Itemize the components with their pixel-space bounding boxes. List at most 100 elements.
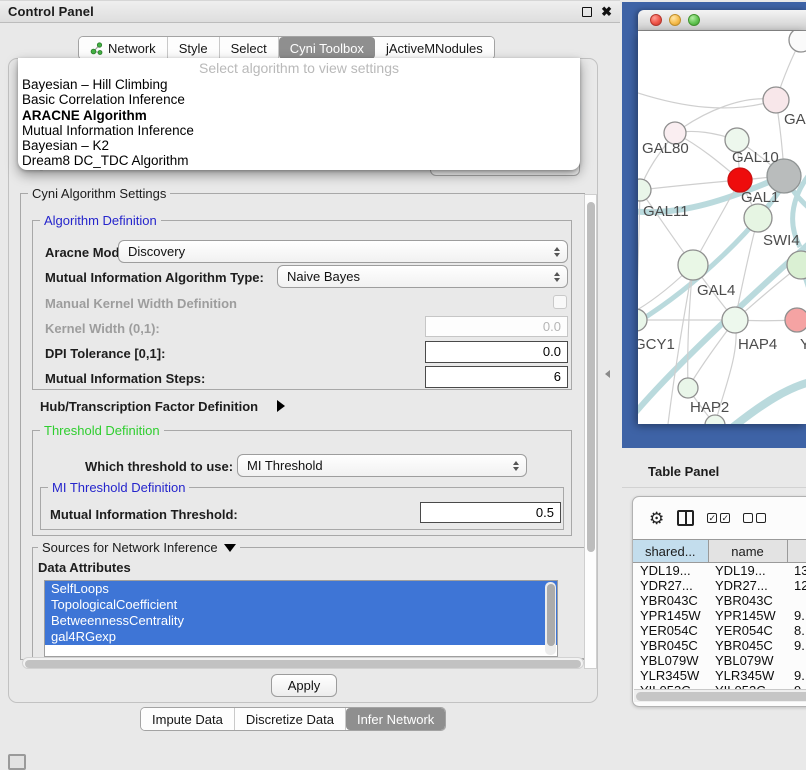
table-row[interactable]: YLR345WYLR345W9. xyxy=(633,668,806,683)
tab-style[interactable]: Style xyxy=(168,37,220,59)
table-panel-title: Table Panel xyxy=(648,464,719,479)
settings-horizontal-scrollbar[interactable] xyxy=(22,657,584,669)
kernel-width-field[interactable]: 0.0 xyxy=(425,316,568,337)
tab-select[interactable]: Select xyxy=(220,37,279,59)
attributes-list-scrollbar[interactable] xyxy=(545,582,556,655)
network-node-label: GCY1 xyxy=(638,336,675,353)
tab-label: Select xyxy=(231,41,267,56)
algorithm-option[interactable]: ARACNE Algorithm xyxy=(18,108,580,123)
close-traffic-light-icon[interactable] xyxy=(650,14,662,26)
algorithm-option[interactable]: Basic Correlation Inference xyxy=(18,92,580,107)
mi-threshold-field[interactable]: 0.5 xyxy=(420,502,561,523)
network-node-gal-pink[interactable] xyxy=(763,87,789,113)
table-row[interactable]: YDR27...YDR27...12 xyxy=(633,578,806,593)
algorithm-option[interactable]: Bayesian – K2 xyxy=(18,138,580,153)
attribute-item[interactable]: gal4RGexp xyxy=(45,629,557,645)
application-window: Control Panel ✖ Network Style Select Cyn xyxy=(0,0,806,762)
table-row[interactable]: YBR045CYBR045C9. xyxy=(633,638,806,653)
table-row[interactable]: YBL079WYBL079W xyxy=(633,653,806,668)
network-node-gal11[interactable] xyxy=(638,179,651,201)
tab-jactivemnodules[interactable]: jActiveMNodules xyxy=(375,37,494,59)
tab-cyni-toolbox[interactable]: Cyni Toolbox xyxy=(279,37,375,59)
tab-label: Style xyxy=(179,41,208,56)
control-panel-tabbar: Network Style Select Cyni Toolbox jActiv… xyxy=(78,36,495,60)
tab-label: Network xyxy=(108,41,156,56)
mi-type-label: Mutual Information Algorithm Type: xyxy=(45,270,264,285)
dpi-tolerance-field[interactable]: 0.0 xyxy=(425,341,568,363)
table-horizontal-scrollbar[interactable] xyxy=(634,689,806,702)
network-node-hap2[interactable] xyxy=(678,378,698,398)
manual-kernel-checkbox[interactable] xyxy=(553,295,567,309)
network-node-gal1[interactable] xyxy=(744,204,772,232)
deselect-all-columns-icon[interactable] xyxy=(743,513,766,523)
gear-icon[interactable]: ⚙ xyxy=(649,510,664,527)
apply-button[interactable]: Apply xyxy=(271,674,337,697)
minimize-traffic-light-icon[interactable] xyxy=(669,14,681,26)
table-cell: YBL079W xyxy=(633,653,708,668)
mi-steps-field[interactable]: 6 xyxy=(425,366,568,388)
column-header-shared-name[interactable]: shared... xyxy=(633,540,708,563)
manual-kernel-label: Manual Kernel Width Definition xyxy=(45,296,237,311)
scrollbar-thumb[interactable] xyxy=(25,660,581,668)
tab-discretize-data[interactable]: Discretize Data xyxy=(235,708,346,730)
network-node-label: GAL80 xyxy=(642,140,689,157)
network-canvas[interactable]: GALGAL80GAL10GAL1GAL11SWI4GAL4GCY1HAP4YH… xyxy=(638,31,806,424)
scrollbar-thumb[interactable] xyxy=(587,202,595,552)
table-row[interactable]: YDL19...YDL19...13 xyxy=(633,563,806,579)
table-row[interactable]: YBR043CYBR043C xyxy=(633,593,806,608)
network-node-hap4[interactable] xyxy=(722,307,748,333)
column-header-name[interactable]: name xyxy=(708,540,787,563)
network-node-gcy1[interactable] xyxy=(638,309,647,331)
algorithm-dropdown-placeholder: Select algorithm to view settings xyxy=(18,58,580,77)
scrollbar-thumb[interactable] xyxy=(547,584,555,646)
tab-infer-network[interactable]: Infer Network xyxy=(346,708,445,730)
network-window-titlebar[interactable] xyxy=(638,10,806,31)
network-node-swi4[interactable] xyxy=(787,251,806,279)
tab-label: Cyni Toolbox xyxy=(290,41,364,56)
zoom-traffic-light-icon[interactable] xyxy=(688,14,700,26)
algorithm-option[interactable]: Dream8 DC_TDC Algorithm xyxy=(18,153,580,168)
table-cell: YLR345W xyxy=(708,668,787,683)
table-cell: YDL19... xyxy=(708,563,787,579)
mi-type-combobox[interactable]: Naive Bayes xyxy=(277,265,568,288)
network-node-top-partial[interactable] xyxy=(789,31,806,52)
attribute-item[interactable]: SelfLoops xyxy=(45,581,557,597)
network-node-label: GAL4 xyxy=(697,282,735,299)
collapse-arrow-icon[interactable] xyxy=(224,544,236,552)
aracne-mode-combobox[interactable]: Discovery xyxy=(118,240,568,263)
table-row[interactable]: YER054CYER054C8. xyxy=(633,623,806,638)
network-node-salmon[interactable] xyxy=(785,308,806,332)
table-cell xyxy=(787,593,806,608)
data-attributes-list[interactable]: SelfLoopsTopologicalCoefficientBetweenne… xyxy=(44,580,558,657)
table-row[interactable]: YPR145WYPR145W9. xyxy=(633,608,806,623)
dpi-tolerance-label: DPI Tolerance [0,1]: xyxy=(45,346,165,361)
network-node-gal4[interactable] xyxy=(678,250,708,280)
algorithm-option[interactable]: Bayesian – Hill Climbing xyxy=(18,77,580,92)
algorithm-option[interactable]: Mutual Information Inference xyxy=(18,123,580,138)
expand-arrow-icon[interactable] xyxy=(277,400,285,412)
tab-label: Discretize Data xyxy=(246,712,334,727)
float-window-icon[interactable] xyxy=(582,7,592,17)
bottom-tabbar: Impute Data Discretize Data Infer Networ… xyxy=(140,707,446,731)
attribute-item[interactable]: TopologicalCoefficient xyxy=(45,597,557,613)
tab-network[interactable]: Network xyxy=(79,37,168,59)
tab-impute-data[interactable]: Impute Data xyxy=(141,708,235,730)
column-header-partial[interactable] xyxy=(787,540,806,563)
table-cell: YBR043C xyxy=(633,593,708,608)
network-node-label: GAL10 xyxy=(732,149,779,166)
docked-panel-icon[interactable] xyxy=(8,754,26,770)
network-canvas-svg: GALGAL80GAL10GAL1GAL11SWI4GAL4GCY1HAP4YH… xyxy=(638,31,806,424)
which-threshold-combobox[interactable]: MI Threshold xyxy=(237,454,527,477)
attribute-item[interactable]: BetweennessCentrality xyxy=(45,613,557,629)
tab-label: Impute Data xyxy=(152,712,223,727)
table-toolbar: ⚙ ✓✓ xyxy=(633,497,806,539)
scrollbar-thumb[interactable] xyxy=(636,692,806,701)
settings-vertical-scrollbar[interactable] xyxy=(584,194,597,669)
columns-icon[interactable] xyxy=(677,510,694,526)
close-icon[interactable]: ✖ xyxy=(601,7,612,17)
table-cell: YLR345W xyxy=(633,668,708,683)
sources-title-text: Sources for Network Inference xyxy=(42,540,218,555)
table-cell: YBR045C xyxy=(633,638,708,653)
panel-splitter-icon[interactable] xyxy=(605,370,610,378)
select-all-columns-icon[interactable]: ✓✓ xyxy=(707,513,730,523)
